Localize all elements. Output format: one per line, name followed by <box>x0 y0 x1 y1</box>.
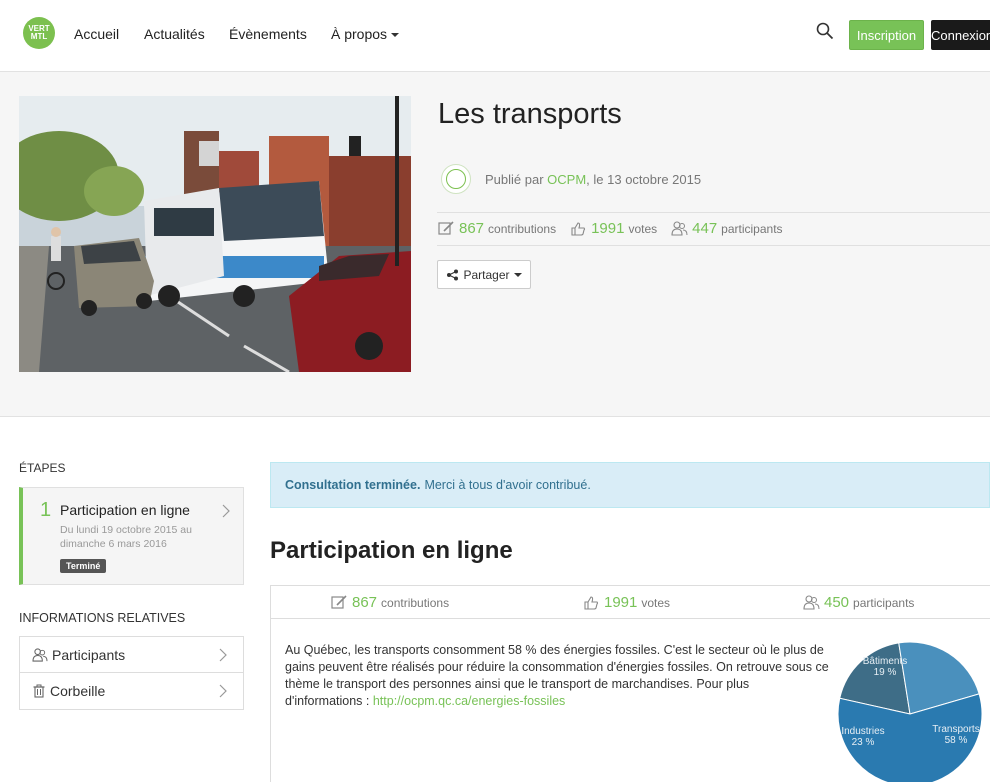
share-label: Partager <box>463 267 510 282</box>
published-date: , le 13 octobre 2015 <box>586 172 702 187</box>
inscription-button[interactable]: Inscription <box>849 20 924 50</box>
section-title: Participation en ligne <box>270 537 513 564</box>
info-item-label: Corbeille <box>50 683 106 699</box>
stat-votes: 1991 votes <box>570 220 657 237</box>
pie-label: Industries <box>841 726 884 737</box>
nav-evenements[interactable]: Évènements <box>229 26 307 42</box>
pie-value: 19 % <box>874 667 897 678</box>
votes-label: votes <box>628 221 658 236</box>
connexion-button[interactable]: Connexion <box>931 20 990 50</box>
info-item-corbeille[interactable]: Corbeille <box>20 673 243 709</box>
stat-contributions: 867 contributions <box>438 220 556 237</box>
pie-slices <box>838 642 983 782</box>
thumbs-up-icon <box>571 222 586 236</box>
info-list: Participants Corbeille <box>19 636 244 710</box>
contributions-label: contributions <box>488 221 557 236</box>
top-navbar: VERT MTL Accueil Actualités Évènements À … <box>0 0 990 72</box>
hero-image-bus-street <box>19 96 411 372</box>
nav-a-propos[interactable]: À propos <box>331 26 400 42</box>
pencil-icon <box>331 595 347 609</box>
step-stats: 867 contributions 1991 votes 450 partici… <box>271 586 990 619</box>
pie-label: Bâtiments <box>863 656 907 667</box>
info-item-label: Participants <box>52 646 126 663</box>
pie-label: Transports <box>932 724 979 735</box>
step-dates: Du lundi 19 octobre 2015 au dimanche 6 m… <box>60 524 192 550</box>
step-label: Participation en ligne <box>60 502 190 518</box>
site-logo[interactable]: VERT MTL <box>23 17 55 49</box>
participants-label: participants <box>721 221 783 236</box>
participants-count: 450 <box>824 594 850 611</box>
project-stats: 867 contributions 1991 votes 447 partici… <box>438 220 797 237</box>
stat-participants: 450 participants <box>803 594 914 611</box>
author-avatar-logo <box>446 169 466 189</box>
chevron-down-icon <box>391 33 400 38</box>
chevron-right-icon <box>222 504 230 518</box>
contributions-count: 867 <box>459 220 485 237</box>
divider <box>437 245 990 246</box>
divider <box>437 212 990 213</box>
info-heading: INFORMATIONS RELATIVES <box>19 611 186 625</box>
nav-accueil[interactable]: Accueil <box>74 26 119 42</box>
etapes-heading: ÉTAPES <box>19 461 66 475</box>
author-avatar[interactable] <box>441 164 471 194</box>
participants-label: participants <box>853 595 915 610</box>
step-number: 1 <box>40 499 52 521</box>
alert-text: Merci à tous d'avoir contribué. <box>424 478 591 492</box>
step-description: Au Québec, les transports consomment 58 … <box>285 642 830 710</box>
contributions-label: contributions <box>381 595 450 610</box>
thumbs-up-icon <box>584 596 599 610</box>
share-button[interactable]: Partager <box>437 260 531 289</box>
energies-fossiles-link[interactable]: http://ocpm.qc.ca/energies-fossiles <box>373 694 565 708</box>
users-icon <box>803 595 820 610</box>
share-icon <box>447 269 459 280</box>
info-item-participants[interactable]: Participants <box>20 637 243 673</box>
published-by: Publié par OCPM, le 13 octobre 2015 <box>485 172 701 187</box>
stat-votes: 1991 votes <box>583 594 670 611</box>
status-badge: Terminé <box>60 559 107 573</box>
nav-actualites[interactable]: Actualités <box>144 26 205 42</box>
users-icon <box>671 221 688 236</box>
pie-value: 58 % <box>945 735 968 746</box>
chevron-down-icon <box>513 272 522 277</box>
votes-label: votes <box>641 595 671 610</box>
project-title: Les transports <box>438 98 622 130</box>
stat-participants: 447 participants <box>671 220 783 237</box>
contributions-count: 867 <box>352 594 378 611</box>
trash-icon <box>33 684 45 698</box>
step-item-participation[interactable]: 1 Participation en ligne Du lundi 19 oct… <box>19 487 244 585</box>
nav-a-propos-label: À propos <box>331 26 388 42</box>
connexion-label: Connexion <box>931 27 990 43</box>
consultation-alert: Consultation terminée. Merci à tous d'av… <box>270 462 990 508</box>
chevron-right-icon <box>219 648 227 662</box>
published-prefix: Publié par <box>485 172 544 187</box>
participants-count: 447 <box>692 220 718 237</box>
votes-count: 1991 <box>604 594 638 611</box>
search-icon[interactable] <box>816 22 834 40</box>
alert-bold: Consultation terminée. <box>285 478 421 492</box>
pencil-icon <box>438 221 454 235</box>
chevron-right-icon <box>219 684 227 698</box>
stat-contributions: 867 contributions <box>331 594 449 611</box>
users-icon <box>32 647 48 662</box>
votes-count: 1991 <box>591 220 625 237</box>
pie-value: 23 % <box>852 737 875 748</box>
author-link[interactable]: OCPM <box>547 172 586 187</box>
energy-pie-chart: Bâtiments19 % Industries23 % Transports58 … <box>838 642 983 782</box>
